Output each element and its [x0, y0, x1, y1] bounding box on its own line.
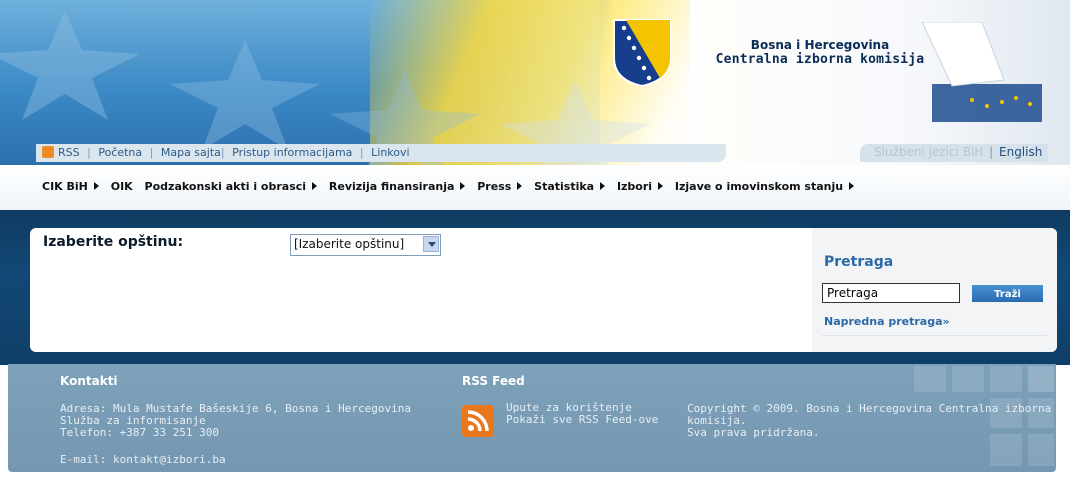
search-button[interactable]: Traži [972, 285, 1043, 302]
nav-item-label: Revizija finansiranja [328, 180, 455, 193]
main-nav: CIK BiH OIK Podzakonski akti i obrasci R… [0, 165, 1070, 210]
coat-of-arms-icon [613, 19, 671, 88]
ballot-box-icon [921, 22, 1042, 122]
lang-english-link[interactable]: English [999, 145, 1042, 159]
rss-feed-icon[interactable] [462, 405, 494, 437]
nav-item-oik[interactable]: OIK [111, 180, 133, 193]
nav-item-elections[interactable]: Izbori [616, 180, 664, 193]
copyright-line-3: Sva prava pridržana. [687, 426, 820, 439]
separator: | [87, 146, 91, 159]
nav-item-statistics[interactable]: Statistika [534, 180, 606, 193]
arrow-right-icon [517, 182, 523, 190]
municipality-select[interactable]: [Izaberite opštinu] [290, 234, 441, 256]
separator: | [989, 145, 994, 159]
contact-phone: Telefon: +387 33 251 300 [60, 426, 219, 439]
footer-decor [914, 366, 946, 392]
org-line-1: Bosna i Hercegovina [750, 38, 890, 52]
municipality-label: Izaberite opštinu: [43, 234, 184, 250]
footer-decor [1028, 434, 1054, 466]
separator: | [359, 146, 364, 159]
arrow-right-icon [312, 182, 318, 190]
nav-item-label: Podzakonski akti i obrasci [144, 180, 307, 193]
separator: | [149, 146, 154, 159]
link-sitemap[interactable]: Mapa sajta [161, 146, 221, 159]
footer-decor [990, 366, 1022, 392]
footer-decor [952, 366, 984, 392]
link-links[interactable]: Linkovi [371, 146, 409, 159]
contacts-title: Kontakti [60, 374, 118, 388]
advanced-search-link[interactable]: Napredna pretraga» [824, 315, 950, 328]
rss-all-feeds-link[interactable]: Pokaži sve RSS Feed-ove [506, 414, 658, 426]
footer-decor [1028, 366, 1054, 392]
municipality-selected-value: [Izaberite opštinu] [294, 237, 405, 251]
lang-official-link[interactable]: Službeni jezici BiH [874, 145, 983, 159]
nav-item-label: Izjave o imovinskom stanju [674, 180, 844, 193]
nav-item-bylaws[interactable]: Podzakonski akti i obrasci [145, 180, 318, 193]
contact-email[interactable]: E-mail: kontakt@izbori.ba [60, 454, 226, 466]
nav-item-asset-declarations[interactable]: Izjave o imovinskom stanju [674, 180, 855, 193]
language-bar: Službeni jezici BiH | English [860, 144, 1048, 162]
nav-item-finance-audit[interactable]: Revizija finansiranja [329, 180, 466, 193]
utility-bar: RSS | Početna | Mapa sajta| Pristup info… [36, 144, 726, 162]
arrow-right-icon [658, 182, 664, 190]
dropdown-arrow-icon[interactable] [423, 236, 439, 252]
arrow-right-icon [600, 182, 606, 190]
star-decoration-1-icon [0, 10, 140, 120]
divider [822, 335, 1047, 336]
org-line-2: Centralna izborna komisija [715, 52, 925, 67]
nav-item-label: Press [477, 180, 512, 193]
search-input[interactable] [822, 283, 960, 303]
content-panel-middle [545, 228, 810, 352]
nav-item-press[interactable]: Press [477, 180, 523, 193]
arrow-right-icon [460, 182, 466, 190]
search-title: Pretraga [824, 254, 894, 270]
site-header: Bosna i Hercegovina Centralna izborna ko… [0, 0, 1070, 165]
nav-item-label: Statistika [534, 180, 595, 193]
rss-icon [42, 146, 54, 158]
arrow-right-icon [849, 182, 855, 190]
nav-item-label: Izbori [616, 180, 653, 193]
arrow-right-icon [93, 182, 99, 190]
link-home[interactable]: Početna [98, 146, 142, 159]
link-information-access[interactable]: Pristup informacijama [232, 146, 352, 159]
separator: | [220, 146, 225, 159]
rss-feed-title: RSS Feed [462, 374, 525, 388]
nav-item-label: OIK [110, 180, 133, 193]
nav-item-cik[interactable]: CIK BiH [42, 180, 99, 193]
star-decoration-2-icon [170, 40, 320, 150]
footer-bottom [0, 472, 1070, 481]
rss-link[interactable]: RSS [58, 146, 80, 159]
footer-decor [990, 434, 1022, 466]
nav-item-label: CIK BiH [42, 180, 88, 193]
